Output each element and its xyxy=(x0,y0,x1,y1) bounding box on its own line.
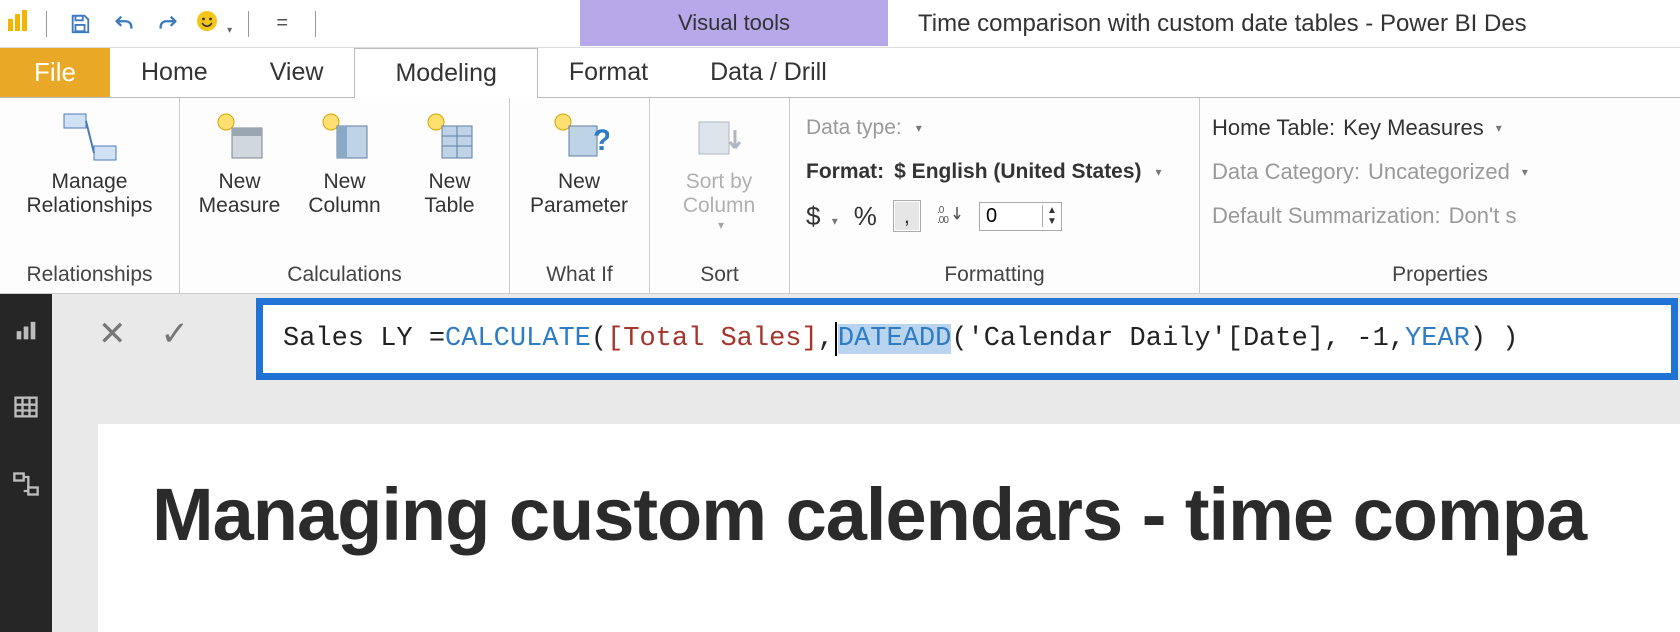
undo-button[interactable] xyxy=(107,7,141,41)
quick-access-toolbar: ▾ = xyxy=(0,7,322,41)
decimals-field[interactable] xyxy=(980,203,1042,230)
decimals-input[interactable]: ▲▼ xyxy=(979,202,1062,231)
tab-format[interactable]: Format xyxy=(538,47,679,97)
group-label: Relationships xyxy=(0,259,179,293)
file-tab[interactable]: File xyxy=(0,47,110,97)
label: Manage Relationships xyxy=(26,170,152,218)
ribbon: Manage Relationships Relationships New M… xyxy=(0,98,1680,294)
group-sort: Sort by Column ▾ Sort xyxy=(650,98,790,293)
contextual-tab-group: Visual tools xyxy=(580,0,888,46)
new-parameter-button[interactable]: ? New Parameter xyxy=(524,108,634,218)
thousands-separator-toggle[interactable]: , xyxy=(893,200,921,232)
new-measure-button[interactable]: New Measure xyxy=(194,108,285,218)
tab-view[interactable]: View xyxy=(239,47,355,97)
app-icon xyxy=(6,9,30,38)
spinner[interactable]: ▲▼ xyxy=(1042,205,1061,227)
svg-text:.00: .00 xyxy=(937,215,949,225)
tab-modeling[interactable]: Modeling xyxy=(354,48,537,98)
group-whatif: ? New Parameter What If xyxy=(510,98,650,293)
group-formatting: Data type: ▾ Format: $ English (United S… xyxy=(790,98,1200,293)
chevron-down-icon: ▾ xyxy=(1156,165,1162,179)
chevron-down-icon: ▾ xyxy=(718,218,724,232)
percent-button[interactable]: % xyxy=(854,201,877,232)
group-relationships: Manage Relationships Relationships xyxy=(0,98,180,293)
new-table-button[interactable]: New Table xyxy=(404,108,495,218)
group-properties: Home Table: Key Measures ▾ Data Category… xyxy=(1200,98,1680,293)
redo-button[interactable] xyxy=(151,7,185,41)
decimal-icon: .0.00 xyxy=(937,203,963,230)
ribbon-tabstrip: File Home View Modeling Format Data / Dr… xyxy=(0,48,1680,98)
qat-customize[interactable]: = xyxy=(265,7,299,41)
title-bar: ▾ = Visual tools Time comparison with cu… xyxy=(0,0,1680,48)
home-table-dropdown[interactable]: Home Table: Key Measures ▾ xyxy=(1212,106,1668,150)
measure-icon xyxy=(208,108,272,168)
default-summarization-dropdown[interactable]: Default Summarization: Don't s xyxy=(1212,194,1668,238)
chevron-down-icon: ▾ xyxy=(1496,121,1502,135)
svg-text:?: ? xyxy=(593,124,609,157)
new-column-button[interactable]: New Column xyxy=(299,108,390,218)
window-title: Time comparison with custom date tables … xyxy=(918,0,1527,48)
relationships-icon xyxy=(58,108,122,168)
sort-icon xyxy=(687,108,751,168)
format-dropdown[interactable]: Format: $ English (United States) ▾ xyxy=(806,150,1183,194)
sort-by-column-button[interactable]: Sort by Column ▾ xyxy=(664,108,774,232)
save-button[interactable] xyxy=(63,7,97,41)
tab-home[interactable]: Home xyxy=(110,47,239,97)
chevron-down-icon: ▾ xyxy=(916,121,922,135)
parameter-icon: ? xyxy=(547,108,611,168)
data-category-dropdown[interactable]: Data Category: Uncategorized ▾ xyxy=(1212,150,1668,194)
column-icon xyxy=(313,108,377,168)
data-type-dropdown[interactable]: Data type: ▾ xyxy=(806,106,1183,150)
feedback-smiley[interactable]: ▾ xyxy=(195,9,232,39)
manage-relationships-button[interactable]: Manage Relationships xyxy=(14,108,165,218)
chevron-down-icon: ▾ xyxy=(227,25,232,36)
tab-data-drill[interactable]: Data / Drill xyxy=(679,47,858,97)
table-icon xyxy=(418,108,482,168)
group-calculations: New Measure New Column New Table Calcula… xyxy=(180,98,510,293)
chevron-down-icon: ▾ xyxy=(1522,165,1528,179)
currency-button[interactable]: $ ▾ xyxy=(806,201,838,232)
